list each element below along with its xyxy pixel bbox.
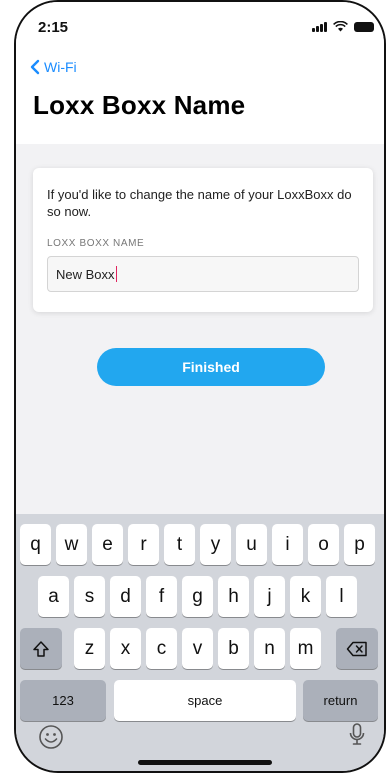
delete-icon: [346, 641, 367, 656]
microphone-icon[interactable]: [348, 722, 366, 748]
key-q[interactable]: q: [20, 524, 51, 565]
space-key[interactable]: space: [114, 680, 296, 721]
key-o[interactable]: o: [308, 524, 339, 565]
card-description: If you'd like to change the name of your…: [47, 187, 352, 219]
status-time: 2:15: [38, 19, 69, 36]
key-y[interactable]: y: [200, 524, 231, 565]
key-g[interactable]: g: [182, 576, 213, 617]
home-indicator: [138, 760, 272, 765]
text-caret: [115, 266, 118, 282]
back-button[interactable]: Wi-Fi: [28, 59, 77, 75]
key-b[interactable]: b: [218, 628, 249, 669]
page-title: Loxx Boxx Name: [33, 90, 246, 120]
phone-frame: 2:15 Wi-Fi Loxx Boxx Name If you'd like …: [14, 0, 386, 773]
header: 2:15 Wi-Fi Loxx Boxx Name: [16, 2, 384, 144]
emoji-icon[interactable]: [38, 724, 64, 750]
key-t[interactable]: t: [164, 524, 195, 565]
key-v[interactable]: v: [182, 628, 213, 669]
key-k[interactable]: k: [290, 576, 321, 617]
delete-key[interactable]: [336, 628, 378, 669]
key-h[interactable]: h: [218, 576, 249, 617]
chevron-left-icon: [30, 59, 40, 75]
field-label: LOXX BOXX NAME: [47, 238, 145, 249]
key-c[interactable]: c: [146, 628, 177, 669]
name-input[interactable]: New Boxx: [47, 256, 359, 292]
status-icons: [312, 21, 374, 32]
key-x[interactable]: x: [110, 628, 141, 669]
shift-icon: [33, 640, 49, 657]
key-n[interactable]: n: [254, 628, 285, 669]
key-f[interactable]: f: [146, 576, 177, 617]
name-input-value: New Boxx: [56, 266, 115, 282]
keyboard: q w e r t y u i o p a s d f g h j k l z …: [16, 514, 384, 771]
numbers-key[interactable]: 123: [20, 680, 106, 721]
key-r[interactable]: r: [128, 524, 159, 565]
key-s[interactable]: s: [74, 576, 105, 617]
key-u[interactable]: u: [236, 524, 267, 565]
battery-icon: [354, 21, 374, 32]
key-p[interactable]: p: [344, 524, 375, 565]
signal-icon: [312, 21, 327, 32]
wifi-icon: [333, 21, 348, 32]
key-j[interactable]: j: [254, 576, 285, 617]
back-label: Wi-Fi: [44, 59, 77, 75]
key-l[interactable]: l: [326, 576, 357, 617]
key-e[interactable]: e: [92, 524, 123, 565]
shift-key[interactable]: [20, 628, 62, 669]
key-w[interactable]: w: [56, 524, 87, 565]
key-z[interactable]: z: [74, 628, 105, 669]
key-d[interactable]: d: [110, 576, 141, 617]
return-key[interactable]: return: [303, 680, 378, 721]
key-m[interactable]: m: [290, 628, 321, 669]
key-i[interactable]: i: [272, 524, 303, 565]
finished-button[interactable]: Finished: [97, 348, 325, 386]
key-a[interactable]: a: [38, 576, 69, 617]
name-card: If you'd like to change the name of your…: [33, 168, 373, 312]
